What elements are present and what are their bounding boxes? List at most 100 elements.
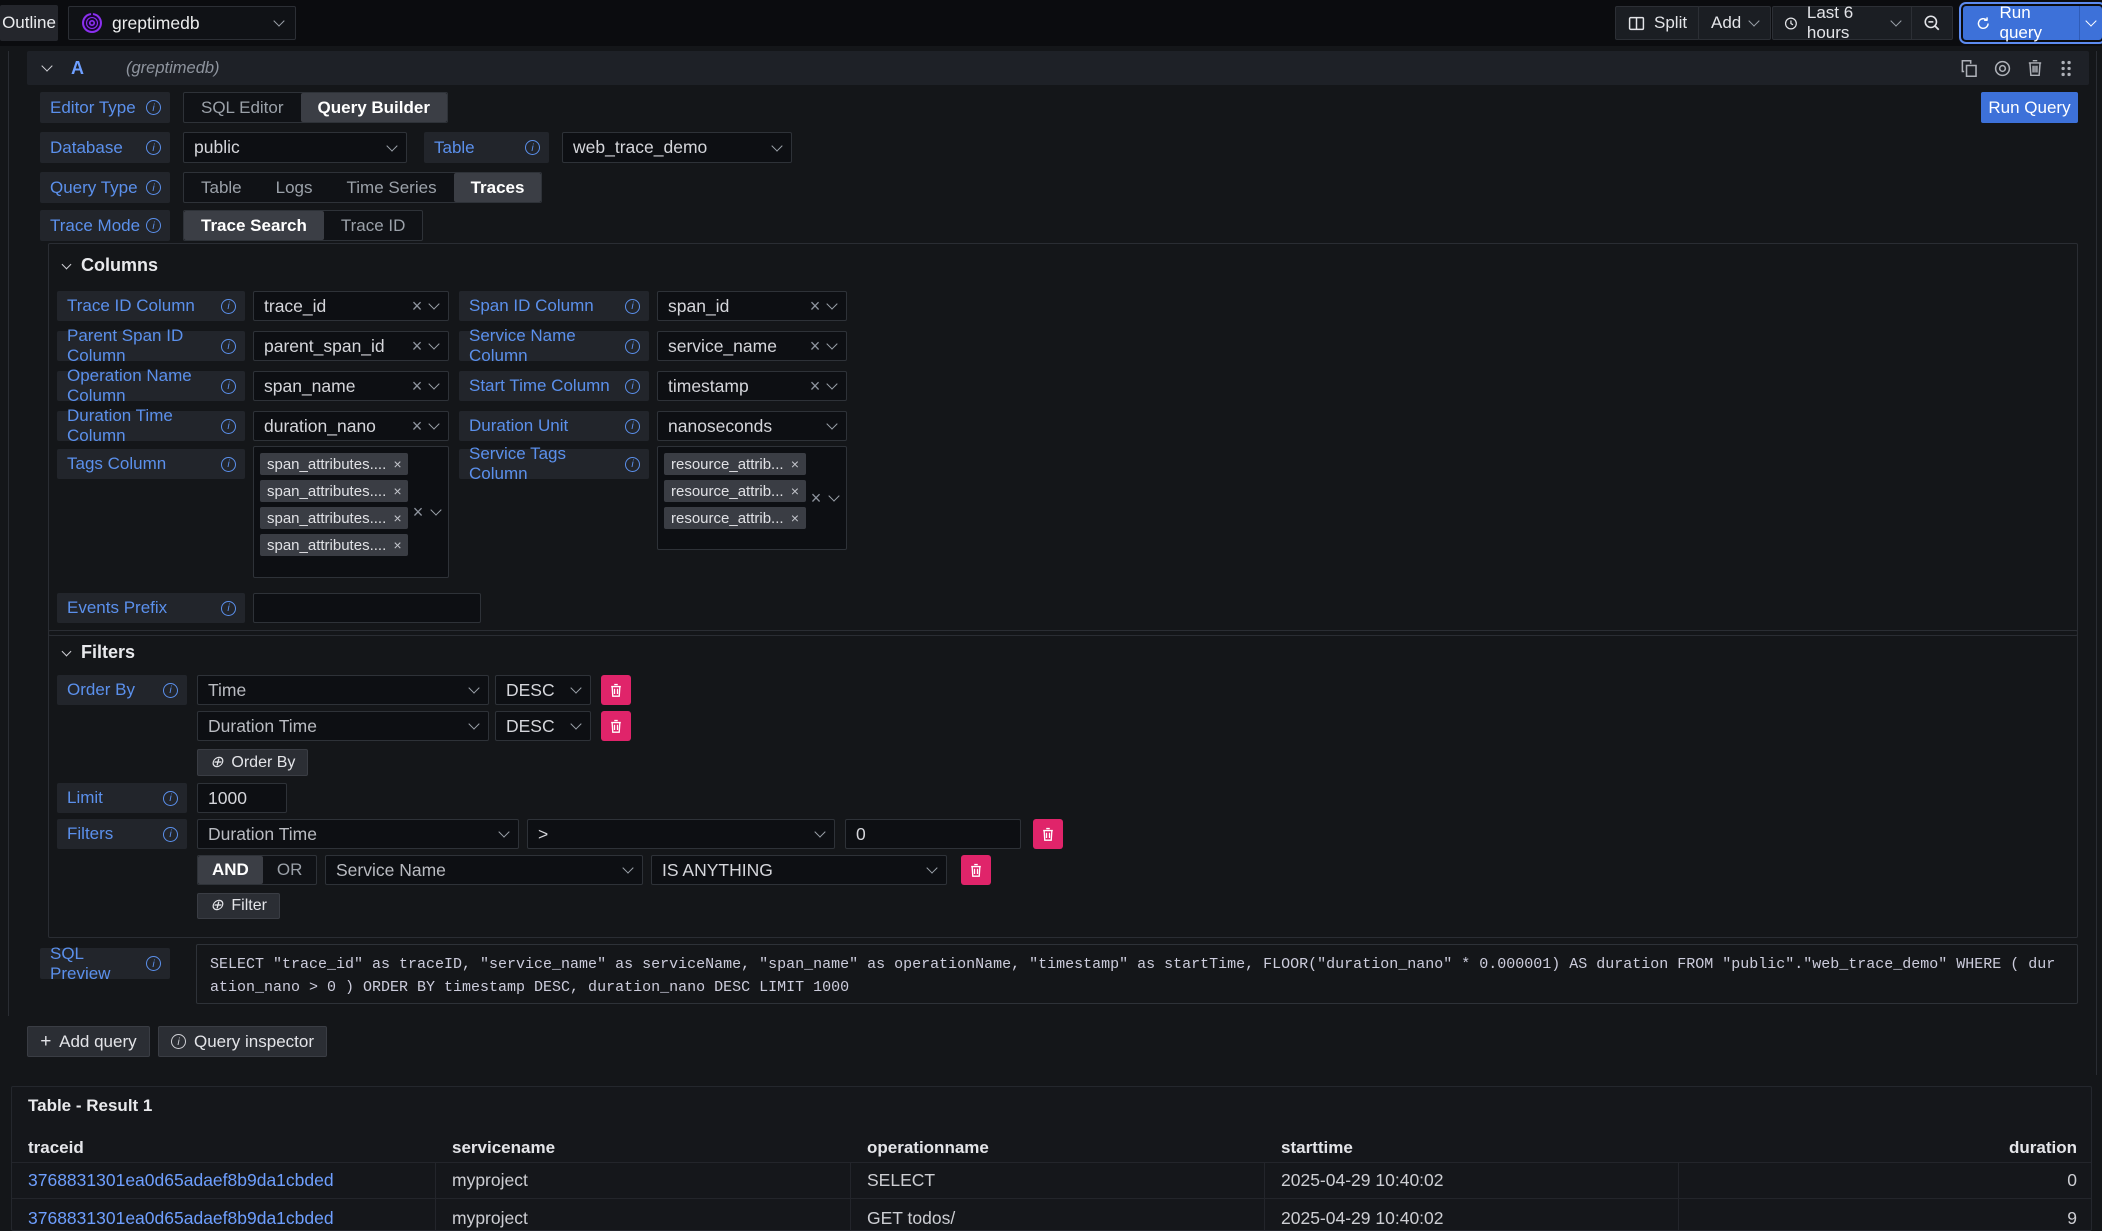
info-icon[interactable] <box>525 140 540 155</box>
column-header-starttime[interactable]: starttime <box>1265 1134 1679 1162</box>
collapse-chevron-icon[interactable] <box>41 60 52 71</box>
clear-all-icon[interactable] <box>810 489 821 507</box>
limit-input[interactable] <box>197 783 287 813</box>
info-icon[interactable] <box>146 100 161 115</box>
remove-order-by-button-2[interactable] <box>601 711 631 741</box>
parent-span-id-column-select[interactable]: parent_span_id <box>253 331 449 361</box>
trace-mode-option-trace-id[interactable]: Trace ID <box>324 211 423 240</box>
remove-filter-button-1[interactable] <box>1033 819 1063 849</box>
scrollbar-track[interactable] <box>2096 51 2097 1075</box>
filter-operator-select-2[interactable]: IS ANYTHING <box>651 855 947 885</box>
info-icon[interactable] <box>146 180 161 195</box>
clear-icon[interactable] <box>411 417 422 435</box>
info-icon[interactable] <box>625 339 640 354</box>
tags-column-multiselect[interactable]: span_attributes.... span_attributes.... … <box>253 446 449 578</box>
remove-chip-icon[interactable] <box>393 511 401 525</box>
remove-chip-icon[interactable] <box>393 538 401 552</box>
remove-chip-icon[interactable] <box>393 484 401 498</box>
span-id-column-select[interactable]: span_id <box>657 291 847 321</box>
column-header-operationname[interactable]: operationname <box>851 1134 1265 1162</box>
remove-filter-button-2[interactable] <box>961 855 991 885</box>
datasource-picker[interactable]: greptimedb <box>68 6 296 40</box>
split-button[interactable]: Split <box>1615 6 1700 40</box>
query-type-option-logs[interactable]: Logs <box>259 173 330 202</box>
info-icon[interactable] <box>163 791 178 806</box>
disable-query-icon[interactable] <box>1993 59 2012 78</box>
trace-id-link[interactable]: 3768831301ea0d65adaef8b9da1cbded <box>28 1170 334 1191</box>
duplicate-query-icon[interactable] <box>1960 59 1979 78</box>
remove-chip-icon[interactable] <box>791 457 799 471</box>
filter-logic-or[interactable]: OR <box>263 856 317 884</box>
run-query-button[interactable]: Run query <box>1963 6 2079 40</box>
zoom-out-button[interactable] <box>1912 7 1952 39</box>
filters-section-header[interactable]: Filters <box>63 642 135 663</box>
column-header-servicename[interactable]: servicename <box>436 1134 851 1162</box>
query-type-option-time-series[interactable]: Time Series <box>330 173 454 202</box>
add-order-by-button[interactable]: Order By <box>197 749 308 776</box>
columns-section-header[interactable]: Columns <box>63 255 158 276</box>
info-icon[interactable] <box>163 827 178 842</box>
info-icon[interactable] <box>625 419 640 434</box>
info-icon[interactable] <box>163 683 178 698</box>
service-tags-column-multiselect[interactable]: resource_attrib... resource_attrib... re… <box>657 446 847 550</box>
query-type-option-table[interactable]: Table <box>184 173 259 202</box>
operation-name-column-select[interactable]: span_name <box>253 371 449 401</box>
remove-chip-icon[interactable] <box>393 457 401 471</box>
clear-icon[interactable] <box>411 297 422 315</box>
add-button[interactable]: Add <box>1698 6 1771 40</box>
order-by-field-select-2[interactable]: Duration Time <box>197 711 489 741</box>
info-icon[interactable] <box>146 140 161 155</box>
editor-type-option-sql-editor[interactable]: SQL Editor <box>184 93 301 122</box>
filter-operator-select-1[interactable]: > <box>527 819 835 849</box>
order-by-direction-select-1[interactable]: DESC <box>495 675 591 705</box>
outline-toggle[interactable]: Outline <box>0 5 58 41</box>
info-icon[interactable] <box>221 419 236 434</box>
info-icon[interactable] <box>146 956 161 971</box>
time-range-button[interactable]: Last 6 hours <box>1773 7 1911 39</box>
info-icon[interactable] <box>625 379 640 394</box>
order-by-field-select-1[interactable]: Time <box>197 675 489 705</box>
filter-field-select-2[interactable]: Service Name <box>325 855 643 885</box>
duration-time-column-select[interactable]: duration_nano <box>253 411 449 441</box>
query-row-header[interactable]: A (greptimedb) <box>27 51 2089 85</box>
trace-mode-option-trace-search[interactable]: Trace Search <box>184 211 324 240</box>
editor-type-option-query-builder[interactable]: Query Builder <box>301 93 447 122</box>
add-filter-button[interactable]: Filter <box>197 893 280 919</box>
info-icon[interactable] <box>221 601 236 616</box>
delete-query-icon[interactable] <box>2026 59 2044 77</box>
panel-run-query-button[interactable]: Run Query <box>1981 92 2078 123</box>
info-icon[interactable] <box>221 457 236 472</box>
info-icon[interactable] <box>625 299 640 314</box>
info-icon[interactable] <box>221 379 236 394</box>
trace-id-column-select[interactable]: trace_id <box>253 291 449 321</box>
column-header-traceid[interactable]: traceid <box>12 1134 436 1162</box>
remove-chip-icon[interactable] <box>791 484 799 498</box>
filter-logic-and[interactable]: AND <box>198 856 263 884</box>
info-icon[interactable] <box>146 218 161 233</box>
database-select[interactable]: public <box>183 132 407 163</box>
clear-icon[interactable] <box>809 337 820 355</box>
order-by-direction-select-2[interactable]: DESC <box>495 711 591 741</box>
clear-icon[interactable] <box>411 377 422 395</box>
info-icon[interactable] <box>625 457 640 472</box>
info-icon[interactable] <box>221 299 236 314</box>
table-select[interactable]: web_trace_demo <box>562 132 792 163</box>
add-query-button[interactable]: Add query <box>27 1026 150 1057</box>
events-prefix-input[interactable] <box>253 593 481 623</box>
clear-icon[interactable] <box>809 297 820 315</box>
remove-order-by-button-1[interactable] <box>601 675 631 705</box>
filter-value-input-1[interactable] <box>845 819 1021 849</box>
column-header-duration[interactable]: duration <box>1679 1134 2091 1162</box>
query-inspector-button[interactable]: Query inspector <box>158 1026 327 1057</box>
duration-unit-select[interactable]: nanoseconds <box>657 411 847 441</box>
run-query-dropdown[interactable] <box>2079 6 2102 40</box>
info-icon[interactable] <box>221 339 236 354</box>
clear-icon[interactable] <box>411 337 422 355</box>
clear-icon[interactable] <box>809 377 820 395</box>
clear-all-icon[interactable] <box>412 503 423 521</box>
query-type-option-traces[interactable]: Traces <box>454 173 542 202</box>
service-name-column-select[interactable]: service_name <box>657 331 847 361</box>
drag-handle-icon[interactable] <box>2058 59 2073 78</box>
start-time-column-select[interactable]: timestamp <box>657 371 847 401</box>
remove-chip-icon[interactable] <box>791 511 799 525</box>
